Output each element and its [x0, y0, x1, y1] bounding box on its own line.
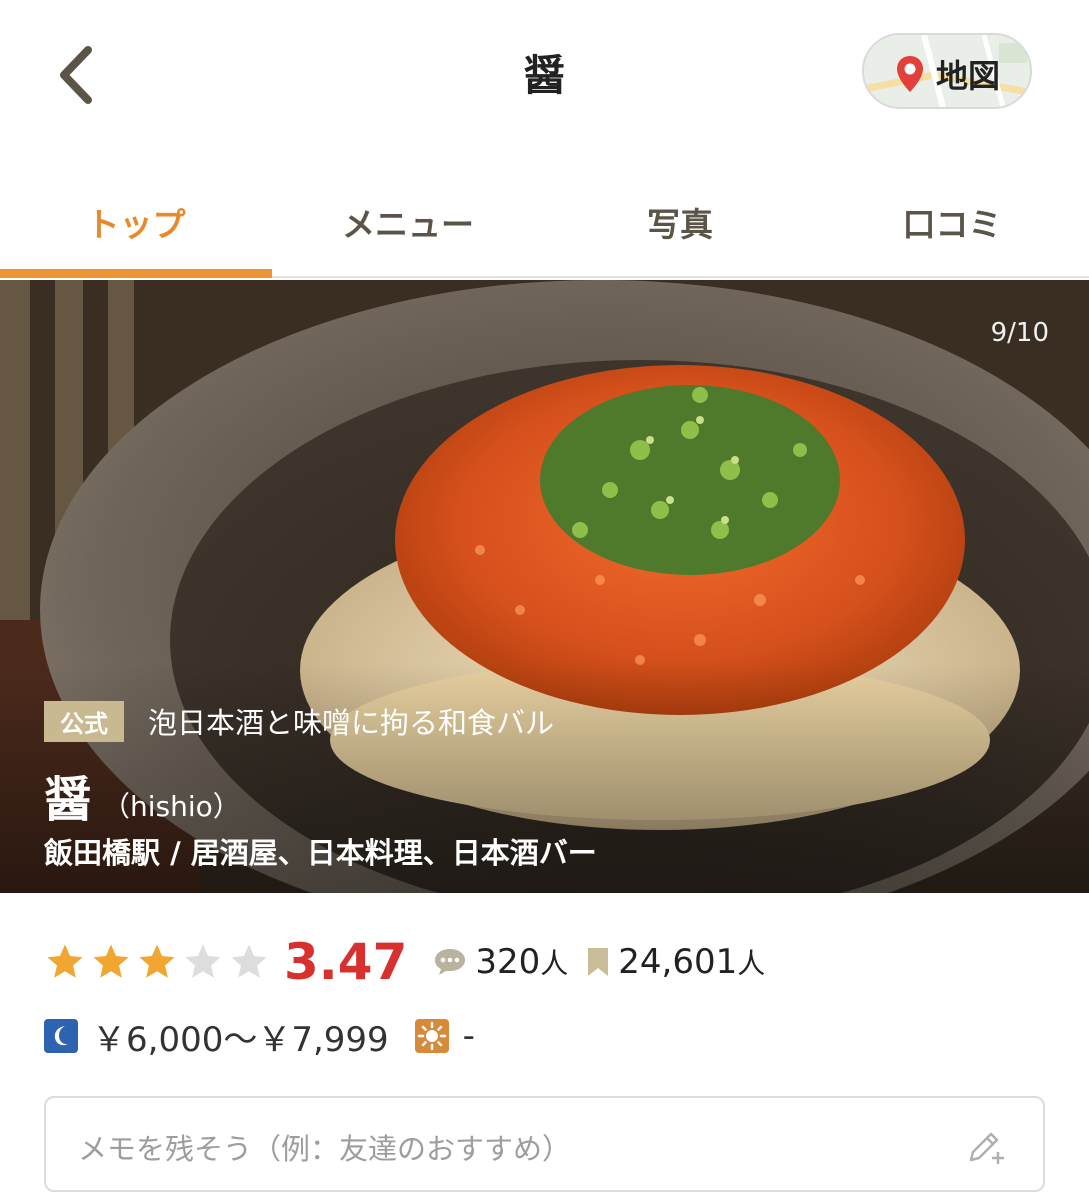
catch-copy: 泡日本酒と味噌に拘る和食バル: [148, 706, 555, 740]
star-icon: [139, 944, 175, 978]
tab-bar: トップ メニュー 写真 口コミ: [0, 150, 1089, 278]
tab-reviews[interactable]: 口コミ: [816, 150, 1088, 276]
tab-photos[interactable]: 写真: [544, 150, 816, 276]
official-badge: 公式: [44, 700, 124, 742]
map-label: 地図: [936, 57, 1001, 95]
reviews-unit: 人: [540, 947, 569, 980]
budget-row: ￥6,000～￥7,999 -: [44, 1010, 475, 1062]
bookmark-icon: [588, 948, 609, 976]
star-icon: [185, 944, 221, 978]
bookmarks-count: 24,601: [618, 942, 738, 982]
shop-name-row: 醤 （hishio）: [44, 760, 241, 830]
catch-row: 公式 泡日本酒と味噌に拘る和食バル: [44, 700, 554, 742]
memo-input[interactable]: メモを残そう（例：友達のおすすめ）: [44, 1096, 1045, 1192]
star-icon: [93, 944, 129, 978]
memo-placeholder: メモを残そう（例：友達のおすすめ）: [78, 1132, 572, 1166]
hero-photo-carousel[interactable]: 9/10 公式 泡日本酒と味噌に拘る和食バル 醤 （hishio） 飯田橋駅 /…: [0, 280, 1089, 893]
shop-name: 醤: [44, 772, 93, 828]
star-icon: [47, 944, 83, 978]
shop-reading: （hishio）: [102, 790, 241, 823]
rating-row[interactable]: 3.47 320 人 24,601 人: [44, 930, 783, 994]
lunch-price: -: [462, 1016, 475, 1056]
speech-bubble-icon: [435, 949, 466, 975]
tab-menu[interactable]: メニュー: [272, 150, 544, 276]
pencil-plus-icon[interactable]: [965, 1126, 1007, 1166]
header-bar: 醤 地図: [0, 0, 1089, 150]
tab-top[interactable]: トップ: [0, 150, 272, 278]
reviews-count: 320: [475, 942, 541, 982]
rating-score: 3.47: [284, 933, 408, 991]
sun-icon: [414, 1019, 449, 1053]
map-pin-icon: [897, 56, 923, 92]
dinner-price: ￥6,000～￥7,999: [92, 1019, 389, 1060]
moon-icon: [44, 1019, 78, 1053]
photo-counter: 9/10: [990, 318, 1049, 348]
shop-genre: 飯田橋駅 / 居酒屋、日本料理、日本酒バー: [44, 836, 597, 870]
star-rating: [44, 941, 274, 983]
map-button[interactable]: 地図: [862, 33, 1032, 109]
bookmarks-unit: 人: [737, 947, 766, 980]
star-icon: [231, 944, 267, 978]
